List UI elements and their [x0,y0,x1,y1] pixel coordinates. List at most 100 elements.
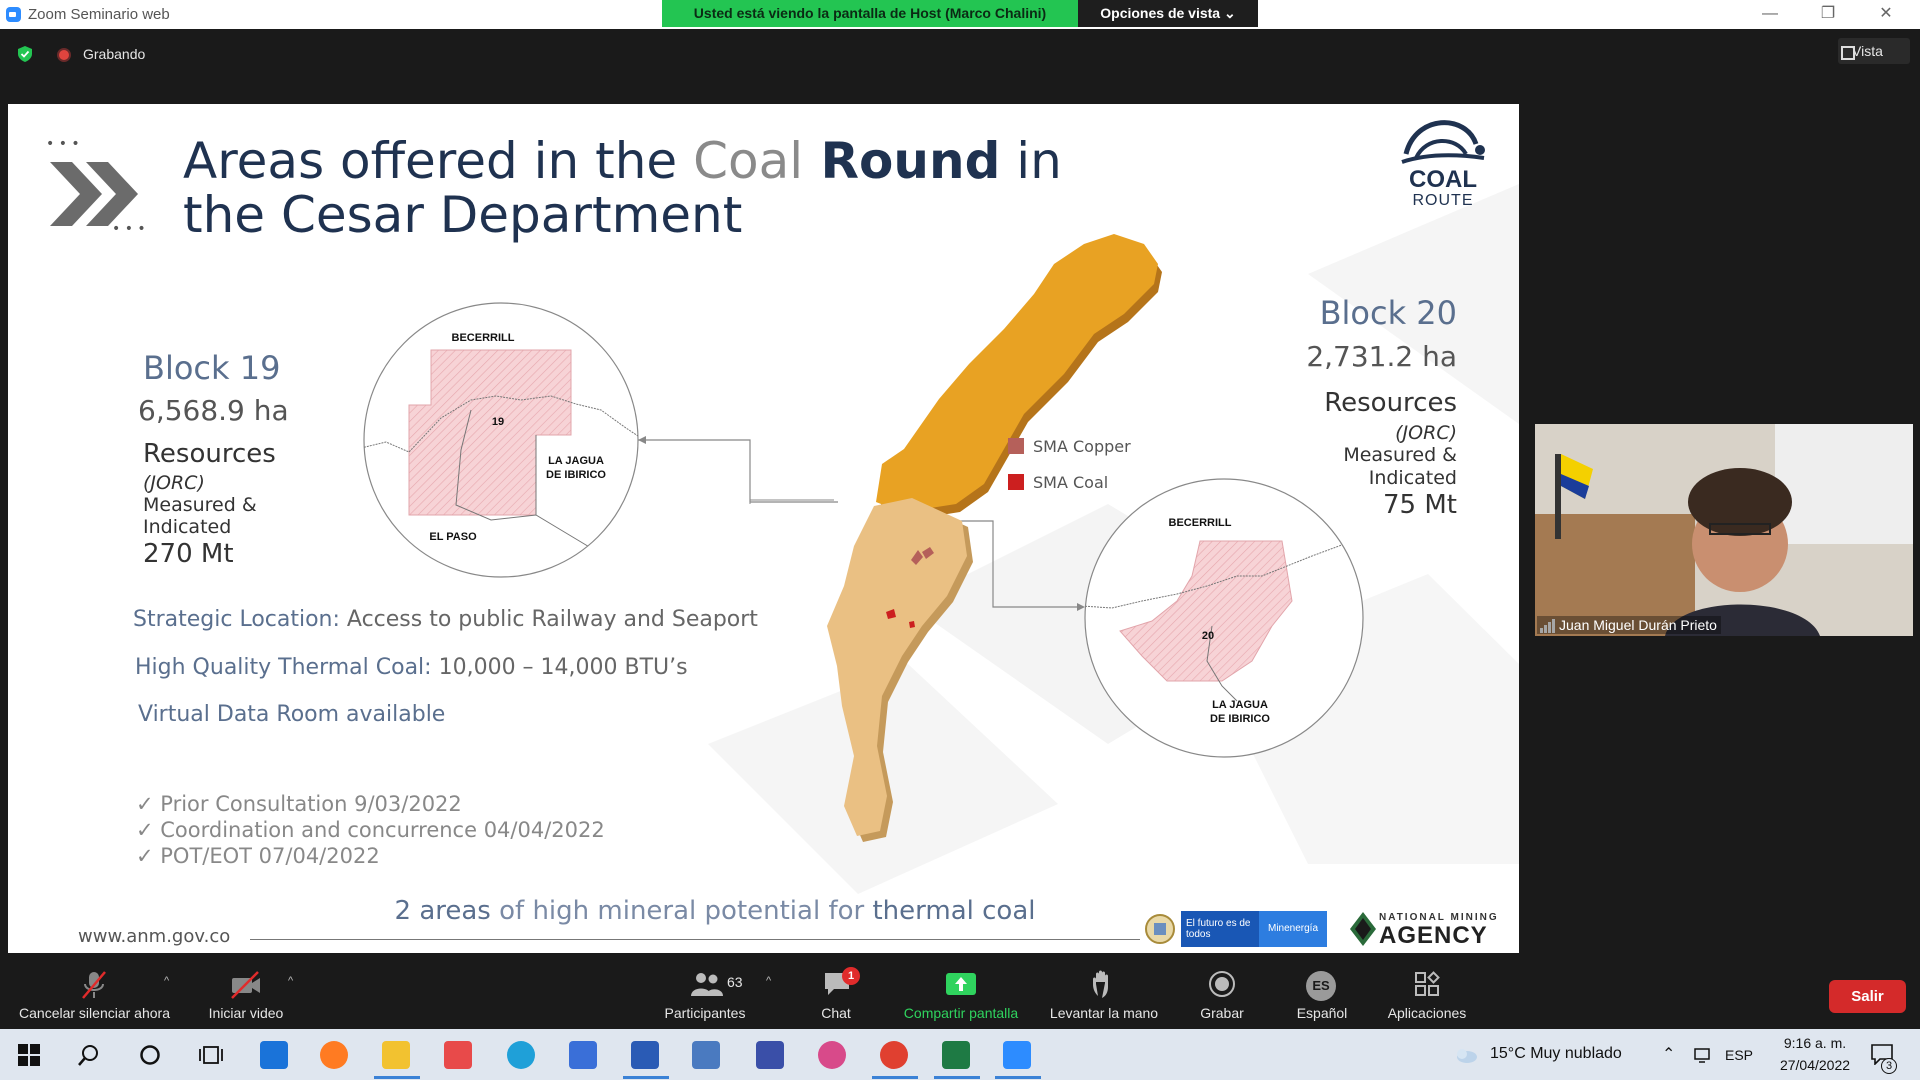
microphone-muted-icon[interactable] [80,970,108,1000]
apps-icon[interactable] [1413,970,1441,998]
gift-app-icon[interactable] [444,1041,472,1069]
close-button[interactable]: ✕ [1866,3,1906,25]
map19-south-label: EL PASO [429,531,477,543]
block19-jorc: (JORC) [143,472,205,494]
minimize-button[interactable]: — [1750,3,1790,25]
map19-east-label-1: LA JAGUA [548,455,604,467]
file-explorer-app-icon[interactable] [382,1041,410,1069]
chat-button[interactable]: Chat [806,1005,866,1021]
excel-app-icon[interactable] [942,1041,970,1069]
legend-coal-swatch [1008,474,1024,490]
firefox-app-icon[interactable] [320,1041,348,1069]
block19-resources: Resources [143,439,276,469]
audio-options-caret[interactable]: ^ [164,975,169,987]
feature-quality-label: High Quality Thermal Coal: [135,655,432,680]
block19-measured: Measured & [143,494,257,516]
excel-active-indicator [934,1076,980,1079]
participant-video-tile[interactable] [1535,424,1913,636]
unmute-button[interactable]: Cancelar silenciar ahora [12,1005,177,1021]
block20-indicated: Indicated [1368,467,1457,489]
block20-map: BECERRILL 20 LA JAGUA DE IBIRICO [1084,478,1364,758]
map19-north-label: BECERRILL [452,332,515,344]
snipping-app-icon[interactable] [818,1041,846,1069]
weather-text[interactable]: 15°C Muy nublado [1490,1045,1622,1063]
share-screen-button[interactable]: Compartir pantalla [890,1005,1032,1021]
block19-amount: 270 Mt [143,539,234,569]
share-screen-icon[interactable] [945,970,977,998]
view-options-label: Opciones de vista [1100,5,1221,21]
store-app-icon[interactable] [569,1041,597,1069]
leave-button[interactable]: Salir [1829,980,1906,1013]
view-options-button[interactable]: Opciones de vista ⌄ [1078,0,1258,27]
notifications-count: 3 [1881,1058,1897,1074]
svg-text:• • •: • • • [112,221,146,234]
participants-count: 63 [727,974,743,990]
chat-unread-badge: 1 [842,967,860,985]
raise-hand-button[interactable]: Levantar la mano [1042,1005,1166,1021]
logo-route-text: ROUTE [1412,192,1474,209]
feature-quality-value: 10,000 – 14,000 BTU’s [431,655,688,680]
search-icon[interactable] [78,1044,100,1066]
defender-app-icon[interactable] [756,1041,784,1069]
window-title: Zoom Seminario web [28,6,170,23]
participants-button[interactable]: Participantes [648,1005,762,1021]
milestone-1: ✓ Prior Consultation 9/03/2022 [136,792,462,816]
clock-date[interactable]: 27/04/2022 [1772,1057,1858,1073]
zoom-taskbar-icon[interactable] [1003,1041,1031,1069]
minenergia-badge: Minenergía [1259,911,1327,947]
word-active-indicator [623,1076,669,1079]
block20-area: 2,731.2 ha [1306,340,1457,373]
clock-time[interactable]: 9:16 a. m. [1772,1035,1858,1051]
cortana-icon[interactable] [139,1044,161,1066]
video-off-icon[interactable] [230,970,262,1000]
restore-button[interactable]: ❐ [1808,3,1848,25]
title-part-1: Areas offered in the [183,132,694,190]
map20-south-label-1: LA JAGUA [1212,699,1268,711]
weather-cloud-icon[interactable] [1453,1045,1479,1065]
svg-text:• • •: • • • [46,136,80,152]
participants-icon[interactable] [690,970,724,998]
network-tray-icon[interactable] [1693,1046,1711,1064]
keyboard-language[interactable]: ESP [1725,1047,1753,1063]
milestone-2: ✓ Coordination and concurrence 04/04/202… [136,818,605,842]
chevron-down-icon: ⌄ [1223,5,1236,21]
video-options-caret[interactable]: ^ [288,975,293,987]
shield-icon[interactable] [17,46,33,62]
nma-big-text: AGENCY [1379,922,1488,949]
record-button[interactable]: Grabar [1190,1005,1254,1021]
map19-east-label-2: DE IBIRICO [546,469,606,481]
file-explorer-active-indicator [374,1076,420,1079]
slide-url: www.anm.gov.co [78,926,231,947]
word-app-icon[interactable] [631,1041,659,1069]
mail-app-icon[interactable] [260,1041,288,1069]
apps-button[interactable]: Aplicaciones [1376,1005,1478,1021]
language-code-badge: ES [1306,971,1336,1001]
title-coal: Coal [693,132,804,190]
tagline-mid: of high mineral potential for [499,896,873,926]
chrome-active-indicator [872,1076,918,1079]
block20-measured: Measured & [1343,444,1457,466]
recording-icon [57,48,71,62]
block19-map: BECERRILL 19 LA JAGUA DE IBIRICO EL PASO [363,302,639,578]
chrome-app-icon[interactable] [880,1041,908,1069]
block20-resources: Resources [1324,388,1457,418]
view-button[interactable]: Vista [1838,38,1910,64]
tray-chevron-up-icon[interactable]: ⌃ [1662,1044,1675,1064]
legend-copper-swatch [1008,438,1024,454]
map19-block-number: 19 [492,416,504,428]
network-app-icon[interactable] [692,1041,720,1069]
feature-strategic: Strategic Location: Access to public Rai… [133,607,758,632]
task-view-icon[interactable] [199,1044,223,1066]
windows-start-icon[interactable] [18,1044,40,1066]
edge-app-icon[interactable] [507,1041,535,1069]
raise-hand-icon[interactable] [1090,970,1118,1000]
feature-quality: High Quality Thermal Coal: 10,000 – 14,0… [135,655,688,680]
participants-caret[interactable]: ^ [766,975,771,987]
start-video-button[interactable]: Iniciar video [196,1005,296,1021]
meeting-info-bar [0,29,1920,77]
block19-title: Block 19 [143,349,281,387]
language-button[interactable]: Español [1284,1005,1360,1021]
zoom-app-icon [6,7,21,22]
record-icon[interactable] [1208,970,1236,998]
block19-area: 6,568.9 ha [138,394,289,427]
